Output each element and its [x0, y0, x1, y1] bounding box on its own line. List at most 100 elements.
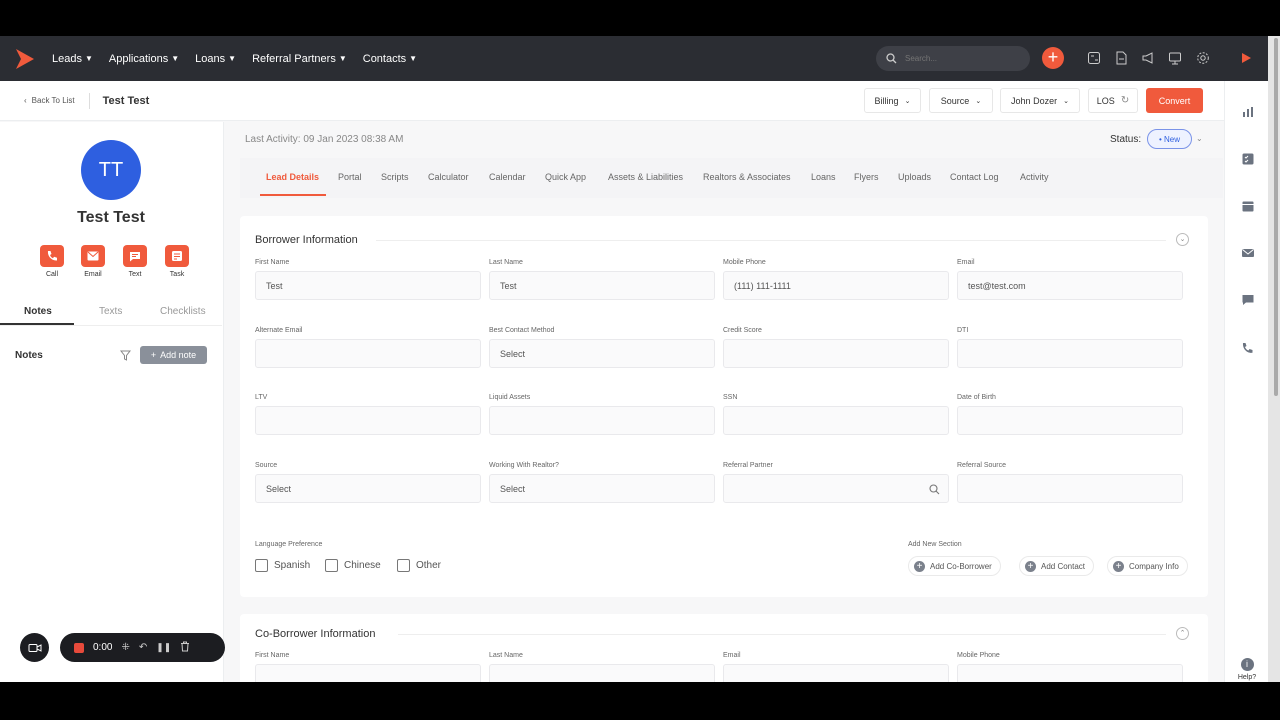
checklist-icon[interactable] — [1241, 152, 1255, 166]
call-action[interactable]: Call — [37, 245, 67, 278]
tab-realtors-associates[interactable]: Realtors & Associates — [703, 172, 791, 182]
los-sync-button[interactable]: LOS ↻ — [1088, 88, 1138, 113]
co-first-name-field[interactable] — [255, 664, 481, 682]
megaphone-icon[interactable] — [1139, 49, 1157, 67]
last-name-field[interactable]: Test — [489, 271, 715, 300]
tab-notes[interactable]: Notes — [24, 306, 52, 317]
tab-checklists[interactable]: Checklists — [160, 306, 206, 317]
referral-source-field[interactable] — [957, 474, 1183, 503]
quick-add-button[interactable]: + — [1042, 47, 1064, 69]
best-contact-method-label: Best Contact Method — [489, 327, 555, 334]
mobile-phone-field[interactable]: (111) 111-1111 — [723, 271, 949, 300]
email-action[interactable]: Email — [78, 245, 108, 278]
nav-applications[interactable]: Applications ▼ — [109, 53, 179, 65]
text-action[interactable]: Text — [120, 245, 150, 278]
other-checkbox[interactable]: Other — [397, 559, 441, 572]
back-to-list-link[interactable]: ‹ Back To List — [24, 96, 75, 105]
search-icon[interactable] — [929, 484, 940, 495]
task-action[interactable]: Task — [162, 245, 192, 278]
billing-dropdown[interactable]: Billing ⌄ — [864, 88, 921, 113]
convert-button[interactable]: Convert — [1146, 88, 1203, 113]
status-badge[interactable]: • New — [1147, 129, 1192, 149]
help-button[interactable]: i Help? — [1235, 658, 1259, 681]
first-name-field[interactable]: Test — [255, 271, 481, 300]
co-email-field[interactable] — [723, 664, 949, 682]
nav-referral-partners[interactable]: Referral Partners ▼ — [252, 53, 347, 65]
stop-recording-button[interactable] — [74, 642, 84, 653]
chinese-checkbox[interactable]: Chinese — [325, 559, 381, 572]
tab-lead-details[interactable]: Lead Details — [266, 172, 319, 182]
tab-loans[interactable]: Loans — [811, 172, 836, 182]
ssn-field[interactable] — [723, 406, 949, 435]
date-of-birth-field[interactable] — [957, 406, 1183, 435]
add-contact-button[interactable]: + Add Contact — [1019, 556, 1095, 576]
status-label: Status: — [1110, 134, 1142, 145]
ltv-field[interactable] — [255, 406, 481, 435]
co-last-name-field[interactable] — [489, 664, 715, 682]
trash-icon[interactable] — [180, 641, 190, 655]
best-contact-method-select[interactable]: Select — [489, 339, 715, 368]
dti-field[interactable] — [957, 339, 1183, 368]
profile-tabs: Notes Texts Checklists — [0, 302, 222, 326]
phone-call-icon[interactable] — [1241, 341, 1255, 355]
global-search[interactable] — [876, 46, 1030, 71]
tab-quick-app[interactable]: Quick App — [545, 172, 586, 182]
tab-contact-log[interactable]: Contact Log — [950, 172, 999, 182]
tab-activity[interactable]: Activity — [1020, 172, 1049, 182]
nav-contacts[interactable]: Contacts ▼ — [363, 53, 417, 65]
nav-leads[interactable]: Leads ▼ — [52, 53, 93, 65]
tab-scripts[interactable]: Scripts — [381, 172, 409, 182]
collapse-chevron-icon[interactable]: ⌃ — [1176, 627, 1189, 640]
scrollbar-thumb[interactable] — [1274, 38, 1278, 396]
tab-portal[interactable]: Portal — [338, 172, 362, 182]
brand-logo-icon[interactable] — [14, 48, 36, 70]
working-with-realtor-select[interactable]: Select — [489, 474, 715, 503]
add-co-borrower-button[interactable]: + Add Co-Borrower — [908, 556, 1001, 576]
calendar-icon[interactable] — [1241, 199, 1255, 213]
mail-icon[interactable] — [1241, 246, 1255, 260]
grid-icon[interactable]: ⁜ — [121, 642, 129, 653]
email-field[interactable]: test@test.com — [957, 271, 1183, 300]
checkbox-box[interactable] — [255, 559, 268, 572]
liquid-assets-field[interactable] — [489, 406, 715, 435]
bar-chart-icon[interactable] — [1241, 105, 1255, 119]
credit-score-field[interactable] — [723, 339, 949, 368]
assignee-dropdown[interactable]: John Dozer ⌄ — [1000, 88, 1080, 113]
document-icon[interactable] — [1112, 49, 1130, 67]
spanish-checkbox[interactable]: Spanish — [255, 559, 310, 572]
chevron-down-icon: ▼ — [171, 54, 180, 63]
top-navbar: Leads ▼ Applications ▼ Loans ▼ Referral Par… — [0, 36, 1280, 81]
calculator-icon[interactable] — [1085, 49, 1103, 67]
tab-texts[interactable]: Texts — [99, 306, 122, 317]
tab-uploads[interactable]: Uploads — [898, 172, 931, 182]
add-note-button[interactable]: + Add note — [140, 346, 207, 364]
play-icon[interactable] — [1237, 49, 1255, 67]
checkbox-box[interactable] — [325, 559, 338, 572]
monitor-icon[interactable] — [1166, 49, 1184, 67]
ssn-label: SSN — [723, 394, 738, 401]
search-input[interactable] — [905, 54, 1015, 63]
undo-icon[interactable]: ↶ — [139, 642, 147, 653]
alternate-email-field[interactable] — [255, 339, 481, 368]
collapse-chevron-icon[interactable]: ⌄ — [1176, 233, 1189, 246]
pause-icon[interactable]: ❚❚ — [156, 642, 171, 653]
tab-calculator[interactable]: Calculator — [428, 172, 469, 182]
referral-partner-field[interactable] — [723, 474, 949, 503]
chevron-down-icon[interactable]: ⌄ — [1196, 134, 1203, 143]
co-mobile-phone-field[interactable] — [957, 664, 1183, 682]
nav-loans[interactable]: Loans ▼ — [195, 53, 236, 65]
source-dropdown[interactable]: Source ⌄ — [929, 88, 993, 113]
tab-assets-liabilities[interactable]: Assets & Liabilities — [608, 172, 683, 182]
company-info-button[interactable]: + Company Info — [1107, 556, 1188, 576]
filter-icon[interactable] — [120, 350, 131, 361]
camera-toggle-button[interactable] — [20, 633, 49, 662]
tab-calendar[interactable]: Calendar — [489, 172, 526, 182]
message-icon[interactable] — [1241, 293, 1255, 307]
mobile-phone-label: Mobile Phone — [723, 259, 766, 266]
gear-icon[interactable] — [1194, 49, 1212, 67]
source-select[interactable]: Select — [255, 474, 481, 503]
tab-flyers[interactable]: Flyers — [854, 172, 879, 182]
task-list-icon — [165, 245, 189, 267]
checkbox-box[interactable] — [397, 559, 410, 572]
task-label: Task — [169, 271, 185, 278]
